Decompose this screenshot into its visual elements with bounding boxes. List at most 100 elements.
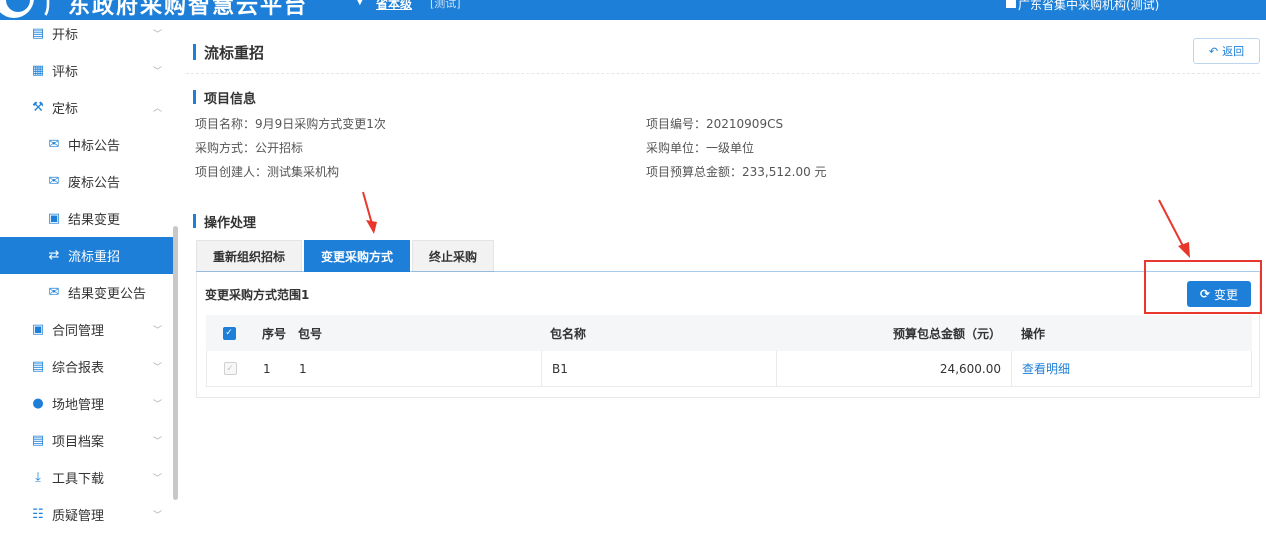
page-header: 流标重招 ↶ 返回 <box>186 28 1260 74</box>
sidebar-item-label: 开标 <box>52 28 79 43</box>
title-accent <box>193 44 196 60</box>
sidebar-item-result-change-notice[interactable]: ✉ 结果变更公告 <box>0 274 173 311</box>
cell-name: B1 <box>541 351 777 386</box>
project-name: 项目名称：9月9日采购方式变更1次 <box>195 117 386 131</box>
sidebar-item-archives[interactable]: ▤ 项目档案 ﹀ <box>0 422 173 459</box>
gavel-icon: ⚒ <box>32 100 44 115</box>
procurement-unit: 采购单位：一级单位 <box>646 141 755 155</box>
procurement-method: 采购方式：公开招标 <box>195 141 304 155</box>
change-method-panel: 变更采购方式范围1 ⟳ 变更 ✓ 序号 包号 包名称 预算包总金额（元） 操作 … <box>196 272 1260 398</box>
back-button[interactable]: ↶ 返回 <box>1193 38 1260 64</box>
package-table: ✓ 序号 包号 包名称 预算包总金额（元） 操作 ✓ 1 1 B1 24,600… <box>206 315 1252 387</box>
cell-pkg: 1 <box>299 361 307 376</box>
sidebar-item-downloads[interactable]: ⤓ 工具下载 ﹀ <box>0 459 173 496</box>
select-all-checkbox[interactable]: ✓ <box>222 326 236 340</box>
header-checkbox-cell: ✓ <box>206 315 252 351</box>
annotation-box <box>1144 260 1262 314</box>
chevron-down-icon: ﹀ <box>153 400 163 410</box>
shuffle-icon: ⇄ <box>48 248 60 263</box>
tab-reorganize-tender[interactable]: 重新组织招标 <box>196 240 303 272</box>
sidebar-item-label: 质疑管理 <box>52 509 105 524</box>
chevron-down-icon: ﹀ <box>153 511 163 521</box>
back-button-label: 返回 <box>1222 45 1245 58</box>
col-pkg: 包号 <box>298 326 323 341</box>
sidebar-item-void-notice[interactable]: ✉ 废标公告 <box>0 163 173 200</box>
table-row: ✓ 1 1 B1 24,600.00 查看明细 <box>206 351 1252 387</box>
mail-icon: ✉ <box>48 137 60 152</box>
project-creator: 项目创建人：测试集采机构 <box>195 165 340 179</box>
lock-icon: ▣ <box>31 322 45 337</box>
operation-title: 操作处理 <box>204 216 257 231</box>
tab-change-method[interactable]: 变更采购方式 <box>304 240 411 272</box>
page-title: 流标重招 <box>204 44 265 62</box>
sidebar-item-label: 流标重招 <box>68 250 121 265</box>
monitor-icon: ▤ <box>31 26 45 41</box>
chevron-down-icon: ﹀ <box>153 67 163 77</box>
mail-icon: ✉ <box>48 174 60 189</box>
download-icon: ⤓ <box>35 470 41 485</box>
chevron-down-icon: ﹀ <box>153 437 163 447</box>
project-info-title: 项目信息 <box>204 92 257 107</box>
chevron-down-icon[interactable]: ▼ <box>356 0 364 7</box>
cell-op: 查看明细 <box>1012 351 1251 386</box>
sidebar-item-evaluation[interactable]: ▦ 评标 ﹀ <box>0 52 173 89</box>
sidebar-item-label: 综合报表 <box>52 361 105 376</box>
section-accent <box>193 214 196 228</box>
sidebar-item-label: 工具下载 <box>52 472 105 487</box>
user-icon <box>1006 0 1016 8</box>
lock-icon: ▣ <box>47 211 61 226</box>
mail-icon: ✉ <box>48 285 60 300</box>
chevron-down-icon: ﹀ <box>153 30 163 40</box>
sidebar-item-label: 合同管理 <box>52 324 105 339</box>
project-code: 项目编号：20210909CS <box>646 117 784 131</box>
sidebar-item-contracts[interactable]: ▣ 合同管理 ﹀ <box>0 311 173 348</box>
table-header: ✓ 序号 包号 包名称 预算包总金额（元） 操作 <box>206 315 1252 351</box>
sidebar-item-award[interactable]: ⚒ 定标 ︿ <box>0 89 173 126</box>
top-header: 广东政府采购智慧云平台 ▼ 省本级 [测试] 广东省集中采购机构(测试) <box>0 0 1266 20</box>
sidebar-item-reports[interactable]: ▤ 综合报表 ﹀ <box>0 348 173 385</box>
report-icon: ▤ <box>31 359 45 374</box>
user-gear-icon: ● <box>32 396 44 411</box>
project-budget: 项目预算总金额：233,512.00 元 <box>646 165 827 179</box>
user-org[interactable]: 广东省集中采购机构(测试) <box>1018 0 1159 13</box>
range-title: 变更采购方式范围1 <box>205 288 310 302</box>
row-checkbox-cell: ✓ <box>207 351 253 386</box>
chevron-down-icon: ﹀ <box>153 474 163 484</box>
row-checkbox[interactable]: ✓ <box>223 362 237 375</box>
sidebar-item-label: 结果变更 <box>68 213 121 228</box>
sidebar-item-label: 场地管理 <box>52 398 105 413</box>
sidebar-item-award-notice[interactable]: ✉ 中标公告 <box>0 126 173 163</box>
operation-tabs: 重新组织招标 变更采购方式 终止采购 <box>196 240 496 272</box>
chevron-up-icon: ︿ <box>153 104 163 114</box>
view-detail-link[interactable]: 查看明细 <box>1022 360 1070 377</box>
archive-icon: ▤ <box>31 433 45 448</box>
section-accent <box>193 90 196 104</box>
col-amount: 预算包总金额（元） <box>892 326 1001 341</box>
sidebar-item-label: 定标 <box>52 102 79 117</box>
sidebar-item-label: 废标公告 <box>68 176 121 191</box>
main-content: 流标重招 ↶ 返回 项目信息 项目名称：9月9日采购方式变更1次 项目编号：20… <box>186 28 1266 544</box>
sidebar-scrollbar[interactable] <box>173 226 178 500</box>
cart-icon: ☷ <box>32 507 44 522</box>
sidebar-item-label: 项目档案 <box>52 435 105 450</box>
tab-terminate[interactable]: 终止采购 <box>412 240 495 272</box>
sidebar-item-venues[interactable]: ● 场地管理 ﹀ <box>0 385 173 422</box>
col-op: 操作 <box>1021 326 1046 341</box>
cell-seq: 1 <box>263 361 271 376</box>
sidebar-item-opening[interactable]: ▤ 开标 ﹀ <box>0 15 173 52</box>
sidebar-item-failed-retender[interactable]: ⇄ 流标重招 <box>0 237 173 274</box>
sidebar: ▤ 开标 ﹀ ▦ 评标 ﹀ ⚒ 定标 ︿ ✉ 中标公告 ✉ 废标公告 ▣ 结果变… <box>0 20 180 544</box>
cell-amount: 24,600.00 <box>777 351 1012 386</box>
chevron-down-icon: ﹀ <box>153 363 163 373</box>
col-name: 包名称 <box>550 326 587 341</box>
sidebar-item-label: 评标 <box>52 65 79 80</box>
sidebar-item-result-change[interactable]: ▣ 结果变更 <box>0 200 173 237</box>
evaluate-icon: ▦ <box>31 63 45 78</box>
sidebar-item-queries[interactable]: ☷ 质疑管理 ﹀ <box>0 496 173 533</box>
col-seq: 序号 <box>262 326 287 341</box>
return-icon: ↶ <box>1208 44 1219 58</box>
sidebar-item-label: 结果变更公告 <box>68 287 147 302</box>
env-tag: [测试] <box>430 0 461 10</box>
sidebar-item-label: 中标公告 <box>68 139 121 154</box>
region-link[interactable]: 省本级 <box>376 0 412 12</box>
